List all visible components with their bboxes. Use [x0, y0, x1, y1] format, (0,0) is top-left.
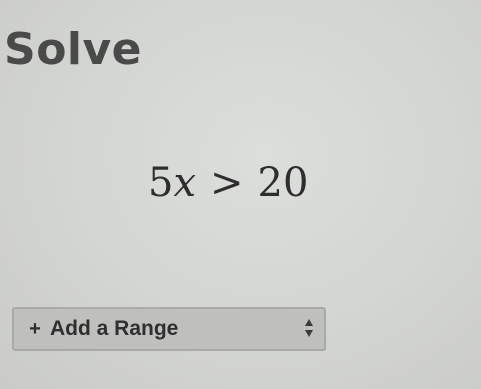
equation-variable: x: [173, 160, 197, 206]
page-title: Solve: [4, 24, 143, 75]
plus-icon: +: [29, 317, 41, 340]
equation-coefficient: 5: [148, 160, 174, 206]
add-range-button[interactable]: + Add a Range: [12, 307, 326, 351]
inequality-equation: 5x >20: [148, 160, 308, 206]
screen: Solve 5x >20 + Add a Range: [0, 0, 481, 389]
add-range-label: Add a Range: [50, 317, 179, 340]
equation-constant: 20: [257, 160, 309, 206]
equation-operator: >: [210, 160, 244, 206]
updown-arrow-icon[interactable]: [304, 317, 314, 339]
